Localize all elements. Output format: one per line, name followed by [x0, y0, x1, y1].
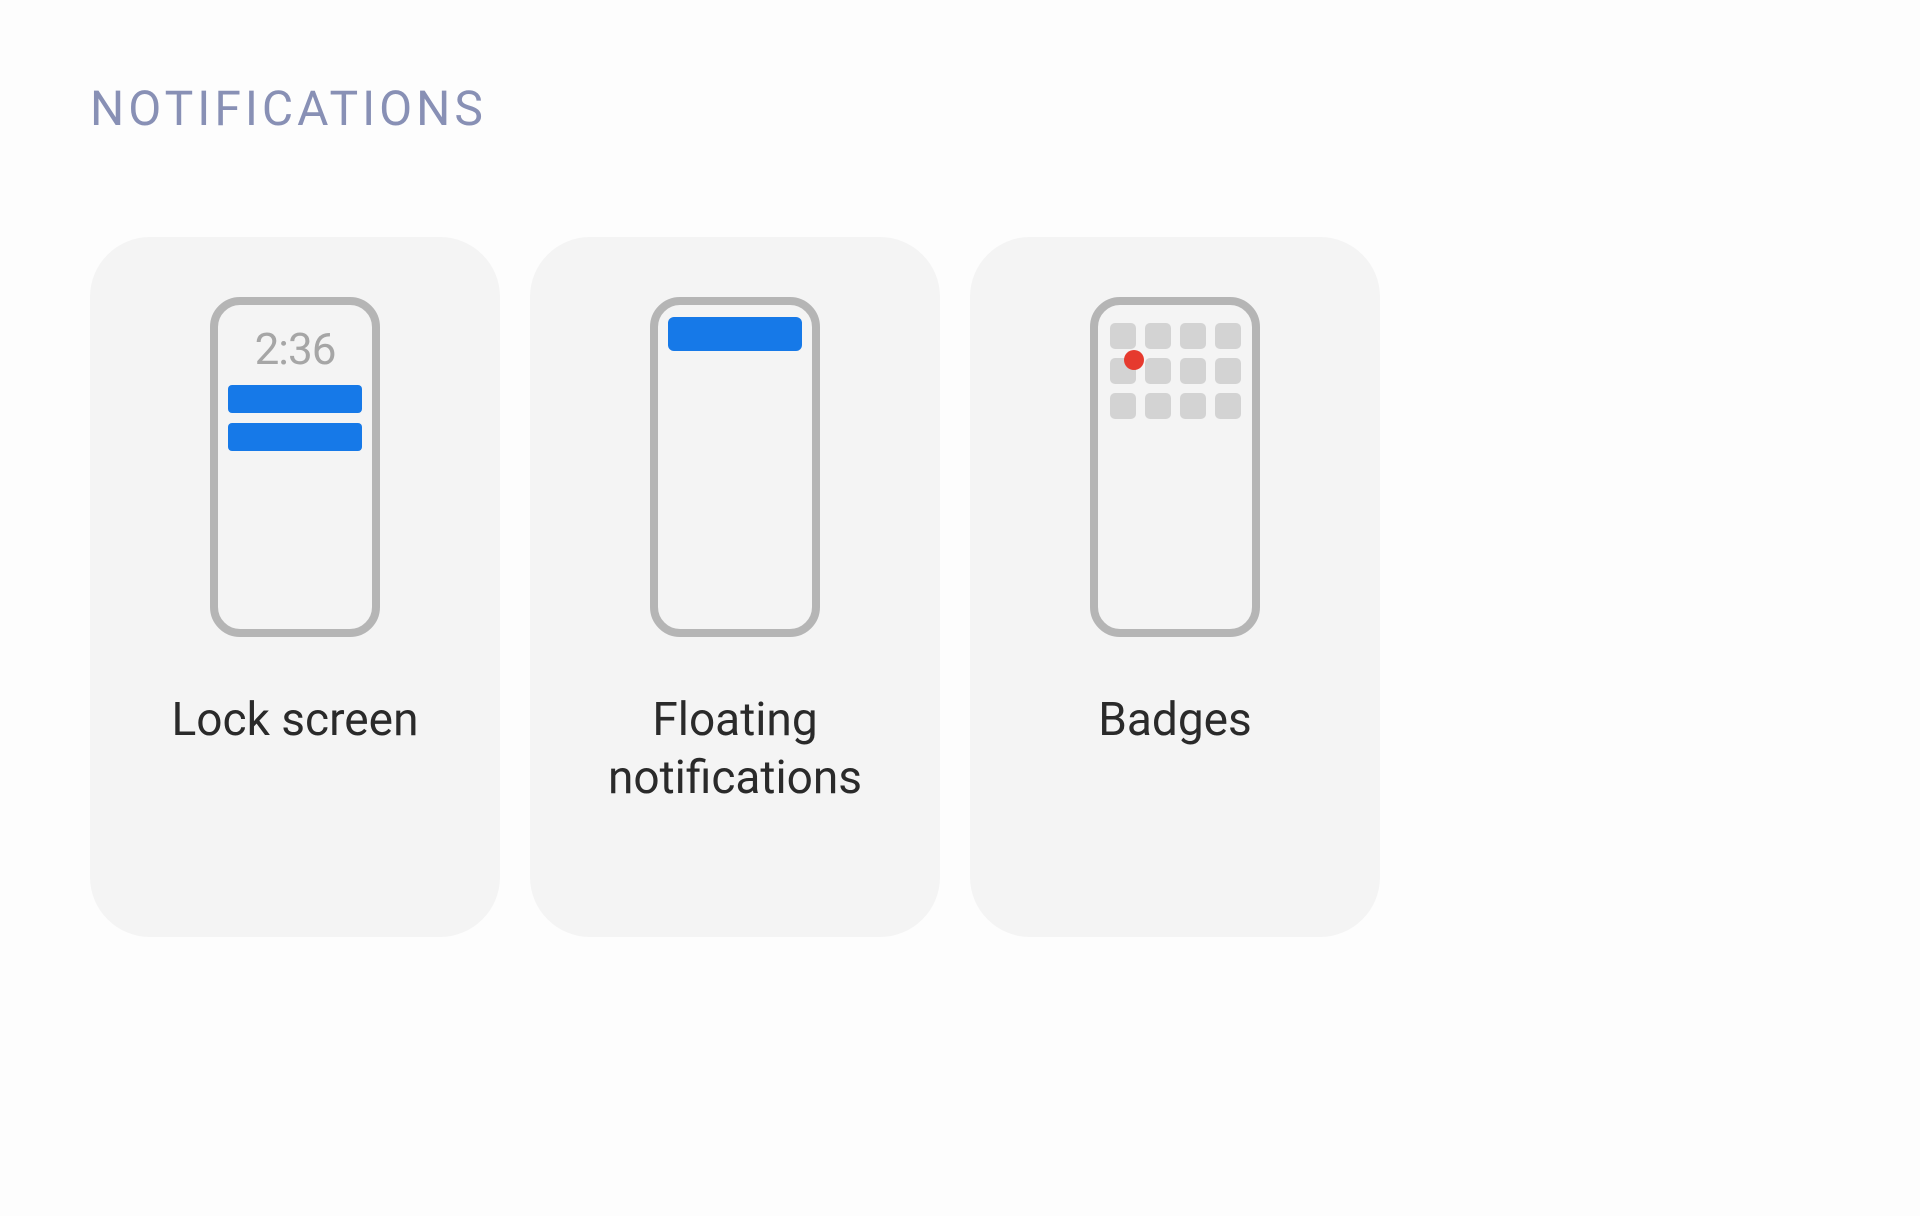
- app-tile-icon: [1110, 323, 1136, 349]
- app-tile-icon: [1180, 358, 1206, 384]
- app-grid-icon: [1098, 305, 1252, 419]
- badge-dot-icon: [1124, 350, 1144, 370]
- app-tile-icon: [1145, 393, 1171, 419]
- app-tile-icon: [1180, 323, 1206, 349]
- floating-phone-icon: [650, 297, 820, 637]
- app-tile-icon: [1215, 393, 1241, 419]
- lock-screen-phone-icon: 2:36: [210, 297, 380, 637]
- lock-screen-label: Lock screen: [152, 692, 439, 750]
- app-tile-icon: [1180, 393, 1206, 419]
- badges-label: Badges: [1078, 692, 1272, 750]
- app-tile-icon: [1145, 323, 1171, 349]
- lock-screen-option[interactable]: 2:36 Lock screen: [90, 237, 500, 937]
- notification-bar-icon: [228, 423, 362, 451]
- notification-bar-icon: [228, 385, 362, 413]
- floating-notifications-label: Floating notifications: [530, 692, 940, 807]
- badges-option[interactable]: Badges: [970, 237, 1380, 937]
- app-tile-icon: [1110, 393, 1136, 419]
- app-tile-icon: [1110, 358, 1136, 384]
- lock-screen-time: 2:36: [218, 323, 372, 375]
- floating-notifications-option[interactable]: Floating notifications: [530, 237, 940, 937]
- badges-phone-icon: [1090, 297, 1260, 637]
- app-tile-icon: [1215, 358, 1241, 384]
- app-tile-icon: [1215, 323, 1241, 349]
- notification-options-row: 2:36 Lock screen Floating notifications: [90, 237, 1830, 937]
- app-tile-icon: [1145, 358, 1171, 384]
- notifications-section-title: NOTIFICATIONS: [90, 80, 1830, 137]
- floating-banner-icon: [668, 317, 802, 351]
